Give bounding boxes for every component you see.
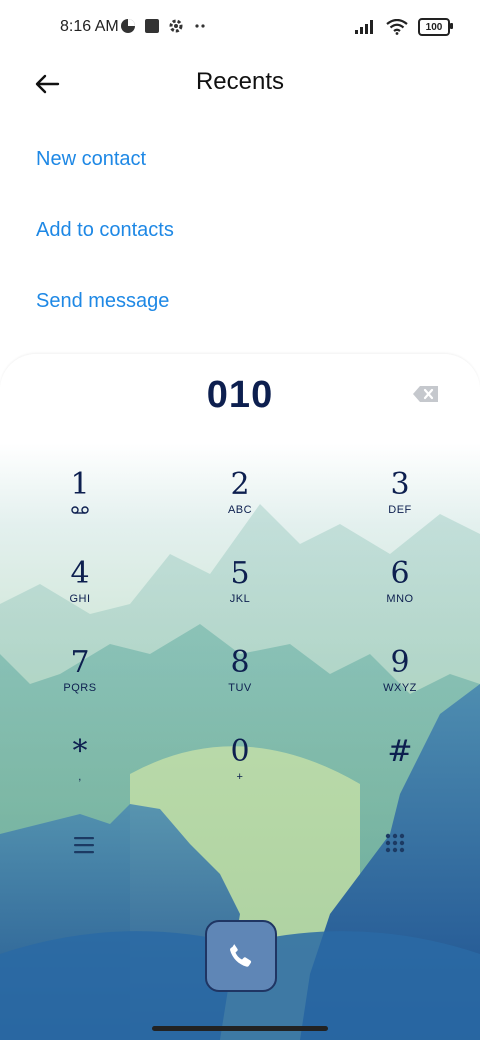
key-letters: ABC [227,504,253,516]
new-contact-link[interactable]: New contact [36,148,146,171]
more-dots-icon [195,24,205,28]
voicemail-icon [71,506,89,514]
wifi-icon [386,19,408,35]
key-letters: DEF [388,504,412,516]
key-star[interactable]: * , [10,735,150,821]
send-message-link[interactable]: Send message [36,290,169,313]
key-digit: 6 [390,556,410,591]
status-bar: 8:16 AM 100 [0,0,480,56]
dialed-number: 010 [206,374,274,416]
key-digit: 7 [70,645,90,680]
dialer-panel: 010 1 2 ABC 3 DEF 4 GHI 5 JKL 6 MNO 7 PQ… [0,354,480,1040]
key-digit: 2 [230,467,250,502]
key-digit: 1 [70,467,90,502]
phone-icon [230,944,252,967]
key-digit: 9 [390,645,410,680]
page-title: Recents [195,68,285,95]
call-button[interactable] [205,920,277,992]
add-to-contacts-link[interactable]: Add to contacts [36,219,174,242]
key-letters: MNO [386,593,414,605]
key-9[interactable]: 9 WXYZ [330,646,470,732]
key-digit: * [72,734,88,769]
key-digit: # [387,734,413,769]
signal-icon [355,20,373,34]
app-header: Recents [0,56,480,112]
key-7[interactable]: 7 PQRS [10,646,150,732]
status-icons-left [120,18,208,34]
key-digit: 5 [230,556,250,591]
key-letters: WXYZ [383,682,417,694]
key-letters: JKL [229,593,251,605]
status-icons-right: 100 [354,18,453,36]
key-letters: , [78,771,82,783]
settings-icon [169,19,183,33]
key-digit: 0 [230,734,250,769]
battery-level: 100 [425,21,443,33]
backspace-icon[interactable] [412,384,440,404]
key-2[interactable]: 2 ABC [170,468,310,554]
data-saver-icon [121,19,135,33]
key-letters: + [236,771,244,783]
battery-icon: 100 [418,18,453,36]
key-letters: TUV [228,682,252,694]
key-6[interactable]: 6 MNO [330,557,470,643]
dialpad-toggle-icon[interactable] [384,832,406,854]
key-8[interactable]: 8 TUV [170,646,310,732]
key-1[interactable]: 1 [10,468,150,554]
key-hash[interactable]: # [330,735,470,821]
key-letters: GHI [69,593,91,605]
home-indicator[interactable] [152,1026,328,1031]
square-notification-icon [145,19,159,33]
key-4[interactable]: 4 GHI [10,557,150,643]
key-digit: 8 [230,645,250,680]
key-3[interactable]: 3 DEF [330,468,470,554]
key-digit: 3 [390,467,410,502]
status-time: 8:16 AM [60,18,119,35]
key-digit: 4 [70,556,90,591]
key-letters: PQRS [63,682,97,694]
menu-icon[interactable] [72,834,98,856]
key-0[interactable]: 0 + [170,735,310,821]
key-5[interactable]: 5 JKL [170,557,310,643]
